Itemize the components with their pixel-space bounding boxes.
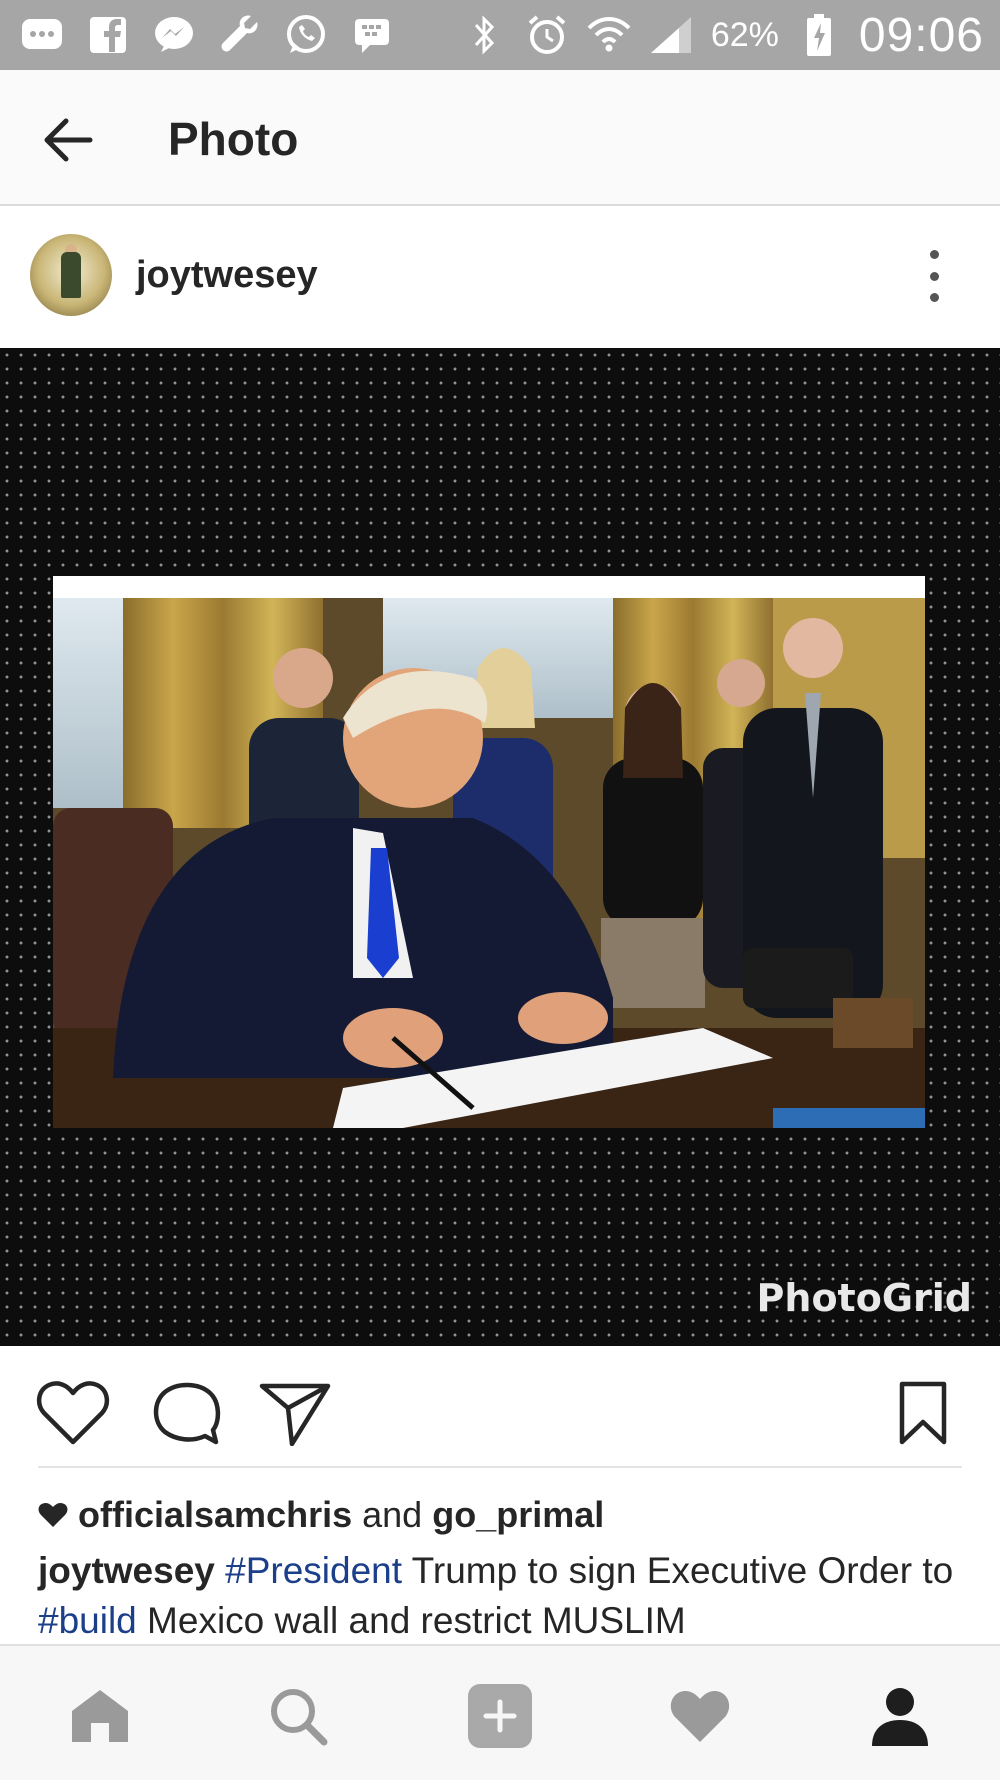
add-icon (468, 1684, 532, 1748)
like-button[interactable] (36, 1380, 110, 1446)
nav-profile[interactable] (864, 1680, 936, 1752)
search-icon (271, 1689, 328, 1746)
facebook-icon (86, 13, 130, 57)
battery-percent: 62% (710, 15, 779, 54)
bluetooth-icon (463, 13, 507, 57)
post-caption: joytwesey #President Trump to sign Execu… (38, 1546, 968, 1646)
wifi-icon (587, 13, 631, 57)
send-icon (259, 1383, 331, 1447)
home-icon (72, 1690, 128, 1742)
nav-search[interactable] (262, 1680, 334, 1752)
bottom-nav (0, 1644, 1000, 1780)
back-button[interactable] (40, 112, 96, 168)
photo-image (53, 598, 925, 1128)
activity-heart-icon (670, 1690, 730, 1742)
bookmark-icon (899, 1381, 947, 1445)
chat-bubble-icon (20, 13, 64, 57)
liker-link[interactable]: officialsamchris (78, 1494, 352, 1536)
comment-icon (153, 1382, 221, 1445)
heart-filled-icon (38, 1502, 68, 1527)
heart-outline-icon (36, 1381, 110, 1445)
share-button[interactable] (258, 1380, 332, 1447)
post-username[interactable]: joytwesey (136, 254, 318, 297)
photogrid-watermark: PhotoGrid (756, 1276, 972, 1320)
alarm-icon (525, 13, 569, 57)
more-options-button[interactable] (910, 250, 958, 302)
battery-charging-icon (797, 13, 841, 57)
arrow-left-icon (44, 118, 93, 162)
hashtag-link[interactable]: #President (225, 1550, 402, 1591)
save-button[interactable] (896, 1380, 950, 1446)
caption-text: Trump to sign Executive Order to (411, 1550, 954, 1591)
bbm-icon (350, 13, 394, 57)
post-photo[interactable]: PhotoGrid (0, 348, 1000, 1346)
profile-icon (872, 1688, 928, 1746)
post-header: joytwesey (0, 206, 1000, 348)
likes-joiner: and (362, 1494, 423, 1535)
post-actions (0, 1346, 1000, 1466)
caption-text: Mexico wall and restrict MUSLIM (147, 1600, 686, 1641)
status-bar: 62% 09:06 (0, 0, 1000, 70)
caption-author[interactable]: joytwesey (38, 1550, 215, 1591)
whatsapp-icon (284, 13, 328, 57)
vertical-dots-icon (929, 250, 939, 259)
vertical-dots-icon (929, 271, 939, 281)
app-bar: Photo (0, 70, 1000, 206)
liker-link[interactable]: go_primal (432, 1494, 604, 1536)
hashtag-link[interactable]: #build (38, 1600, 137, 1641)
nav-activity[interactable] (664, 1680, 736, 1752)
page-title: Photo (168, 113, 299, 165)
avatar-figure (61, 252, 81, 298)
nav-home[interactable] (64, 1680, 136, 1752)
photo-frame (53, 576, 925, 1128)
status-left-icons (0, 13, 394, 57)
actions-divider (38, 1466, 962, 1468)
nav-add[interactable] (464, 1680, 536, 1752)
messenger-icon (152, 13, 196, 57)
status-right-icons: 62% 09:06 (463, 8, 1000, 63)
wrench-icon (218, 13, 262, 57)
comment-button[interactable] (150, 1380, 224, 1446)
avatar[interactable] (30, 234, 112, 316)
signal-icon (649, 13, 693, 57)
likes-line: officialsamchris and go_primal (38, 1494, 604, 1536)
vertical-dots-icon (929, 293, 939, 302)
status-clock: 09:06 (858, 8, 984, 62)
